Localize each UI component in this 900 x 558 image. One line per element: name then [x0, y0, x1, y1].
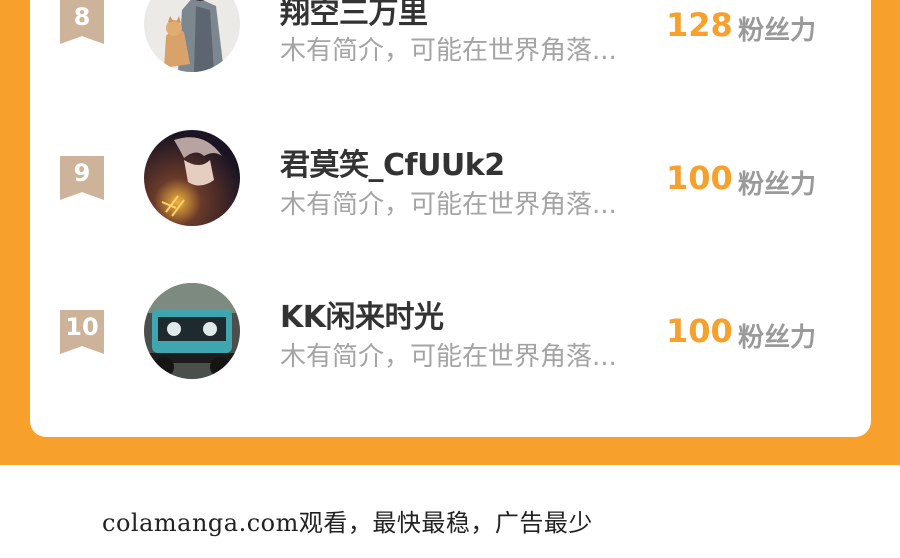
rank-badge: 8 [60, 0, 104, 44]
user-name: 君莫笑_CfUUk2 [280, 148, 505, 183]
fan-power-score: 100 [666, 159, 733, 197]
ranking-row[interactable]: 8 翔空三万里 木有简介，可能在世界角落... 128 粉丝力 [30, 0, 871, 80]
user-bio: 木有简介，可能在世界角落... [280, 342, 617, 372]
avatar[interactable] [144, 0, 240, 72]
user-name: 翔空三万里 [280, 0, 428, 31]
fan-power-score: 128 [666, 6, 733, 44]
user-bio: 木有简介，可能在世界角落... [280, 190, 617, 220]
ranking-row[interactable]: 10 KK闲来时光 木有简介，可能在世界角落... 100 粉丝力 [30, 280, 871, 390]
fan-power-label: 粉丝力 [738, 16, 817, 46]
fan-power-label: 粉丝力 [738, 170, 817, 200]
site-watermark-text: colamanga.com观看，最快最稳，广告最少 [102, 509, 593, 537]
avatar[interactable] [144, 130, 240, 226]
user-bio: 木有简介，可能在世界角落... [280, 36, 617, 66]
rank-badge: 9 [60, 156, 104, 200]
user-name: KK闲来时光 [280, 300, 444, 335]
ranking-row[interactable]: 9 君莫笑_CfUUk2 木有简介，可能在世界角落... 100 粉丝力 [30, 126, 871, 236]
fan-power-label: 粉丝力 [738, 323, 817, 353]
avatar[interactable] [144, 283, 240, 379]
rank-badge: 10 [60, 310, 104, 354]
fan-ranking-card: 8 翔空三万里 木有简介，可能在世界角落... 128 粉丝力 9 君莫笑_Cf… [30, 0, 871, 437]
fan-power-score: 100 [666, 312, 733, 350]
